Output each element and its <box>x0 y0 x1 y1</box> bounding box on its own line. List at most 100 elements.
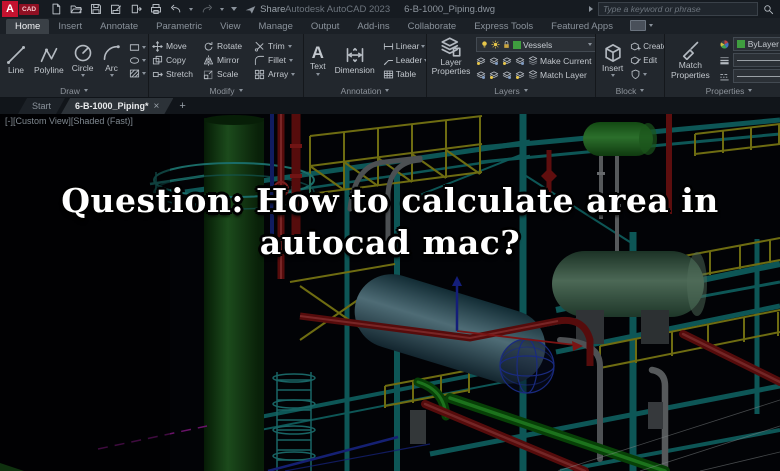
panel-draw: Line Polyline Circle Arc Draw <box>0 34 149 97</box>
panel-draw-footer[interactable]: Draw <box>0 84 148 97</box>
panel-block: Insert Create Edit Block <box>596 34 665 97</box>
search-expand-icon[interactable] <box>589 6 593 12</box>
move-button[interactable]: Move <box>152 41 203 52</box>
panel-properties-footer[interactable]: Properties <box>665 84 780 97</box>
layer-tool-icon[interactable] <box>489 70 499 80</box>
window-title: Autodesk AutoCAD 2023 6-B-1000_Piping.dw… <box>285 4 495 15</box>
undo-icon[interactable] <box>169 3 182 16</box>
close-tab-icon[interactable]: × <box>154 101 160 112</box>
share-label: Share <box>260 4 285 15</box>
panel-modify: Move Rotate Trim Copy Mirror Fillet Stre… <box>149 34 304 97</box>
tab-output[interactable]: Output <box>302 19 349 34</box>
ellipse-button[interactable] <box>129 55 146 66</box>
qat-customize-caret[interactable] <box>231 7 237 11</box>
layer-on-icon <box>480 40 489 49</box>
stretch-button[interactable]: Stretch <box>152 69 203 80</box>
linear-button[interactable]: Linear <box>383 41 427 52</box>
drawing-viewport[interactable]: [-][Custom View][Shaded (Fast)] <box>0 114 780 471</box>
match-properties-button[interactable]: Match Properties <box>668 40 713 80</box>
tab-insert[interactable]: Insert <box>49 19 91 34</box>
layer-dropdown-value: Vessels <box>523 40 586 50</box>
tab-view[interactable]: View <box>211 19 249 34</box>
layer-tool-icon[interactable] <box>489 56 499 66</box>
layer-tool-icon[interactable] <box>476 70 486 80</box>
match-layer-button[interactable]: Match Layer <box>528 70 587 80</box>
panel-annotation-footer[interactable]: Annotation <box>304 84 426 97</box>
layer-properties-button[interactable]: Layer Properties <box>430 37 472 77</box>
copy-button[interactable]: Copy <box>152 55 203 66</box>
rotate-button[interactable]: Rotate <box>203 41 254 52</box>
tab-home[interactable]: Home <box>6 19 49 34</box>
file-tab-active-drawing[interactable]: 6-B-1000_Piping* × <box>61 98 173 114</box>
share-button[interactable]: Share <box>245 4 285 15</box>
layer-tool-icon[interactable] <box>502 56 512 66</box>
redo-icon[interactable] <box>200 3 213 16</box>
plot-icon[interactable] <box>129 3 142 16</box>
tab-collaborate[interactable]: Collaborate <box>399 19 466 34</box>
tab-featured-apps[interactable]: Featured Apps <box>542 19 622 34</box>
rectangle-button[interactable] <box>129 42 146 53</box>
array-button[interactable]: Array <box>254 69 304 80</box>
panel-layers-footer[interactable]: Layers <box>427 84 595 97</box>
panel-modify-footer[interactable]: Modify <box>149 84 303 97</box>
print-icon[interactable] <box>149 3 162 16</box>
lineweight-icon <box>719 55 730 66</box>
linetype-dropdown[interactable]: ByLayer <box>733 69 780 83</box>
lineweight-dropdown[interactable]: ByLayer <box>733 53 780 67</box>
ribbon-display-toggle[interactable] <box>622 20 661 34</box>
attributes-button[interactable] <box>630 69 665 80</box>
layer-tool-icon[interactable] <box>515 70 525 80</box>
file-tab-start[interactable]: Start <box>18 98 65 114</box>
create-block-button[interactable]: Create <box>630 41 665 52</box>
redo-dropdown-caret[interactable] <box>220 8 224 11</box>
tab-add-ins[interactable]: Add-ins <box>348 19 398 34</box>
layer-thaw-icon <box>491 40 500 49</box>
tab-parametric[interactable]: Parametric <box>147 19 211 34</box>
layer-lock-icon <box>502 40 511 49</box>
ribbon-tab-bar: Home Insert Annotate Parametric View Man… <box>0 18 780 34</box>
circle-button[interactable]: Circle <box>69 43 97 77</box>
new-file-icon[interactable] <box>49 3 62 16</box>
layer-tool-icon[interactable] <box>476 56 486 66</box>
fillet-button[interactable]: Fillet <box>254 55 304 66</box>
question-overlay-text: Question: How to calculate area in autoc… <box>0 180 780 264</box>
save-as-icon[interactable] <box>109 3 122 16</box>
new-drawing-tab-button[interactable]: + <box>169 98 195 114</box>
undo-dropdown-caret[interactable] <box>189 8 193 11</box>
viewport-controls[interactable]: [-][Custom View][Shaded (Fast)] <box>5 116 133 126</box>
dimension-button[interactable]: Dimension <box>332 45 378 75</box>
quick-access-toolbar <box>49 3 237 16</box>
edit-block-button[interactable]: Edit <box>630 55 665 66</box>
trim-button[interactable]: Trim <box>254 41 304 52</box>
panel-block-footer[interactable]: Block <box>596 84 664 97</box>
polyline-button[interactable]: Polyline <box>31 45 67 75</box>
circle-caret <box>81 74 85 77</box>
tab-annotate[interactable]: Annotate <box>91 19 147 34</box>
text-button[interactable]: AText <box>307 44 329 75</box>
ribbon-toggle-caret <box>649 24 653 27</box>
tab-manage[interactable]: Manage <box>250 19 302 34</box>
scale-button[interactable]: Scale <box>203 69 254 80</box>
line-button[interactable]: Line <box>3 45 29 75</box>
autocad-logo[interactable]: A CAD <box>0 0 39 18</box>
open-file-icon[interactable] <box>69 3 82 16</box>
autocad-cad-badge: CAD <box>19 4 39 15</box>
mirror-button[interactable]: Mirror <box>203 55 254 66</box>
table-button[interactable]: Table <box>383 69 427 80</box>
save-icon[interactable] <box>89 3 102 16</box>
search-input[interactable] <box>598 2 758 16</box>
arc-button[interactable]: Arc <box>99 43 125 77</box>
tab-express-tools[interactable]: Express Tools <box>465 19 542 34</box>
layer-tool-icon[interactable] <box>515 56 525 66</box>
search-icon[interactable] <box>763 4 774 15</box>
object-color-dropdown[interactable]: ByLayer <box>733 37 780 51</box>
make-current-button[interactable]: Make Current <box>528 56 592 66</box>
question-line-2: autocad mac? <box>0 222 780 264</box>
app-title: Autodesk AutoCAD 2023 <box>285 4 390 15</box>
hatch-button[interactable] <box>129 68 146 79</box>
document-title: 6-B-1000_Piping.dwg <box>404 4 495 15</box>
leader-button[interactable]: Leader <box>383 55 427 66</box>
insert-block-button[interactable]: Insert <box>599 43 626 77</box>
layer-tool-icon[interactable] <box>502 70 512 80</box>
layer-dropdown[interactable]: Vessels <box>476 37 596 52</box>
